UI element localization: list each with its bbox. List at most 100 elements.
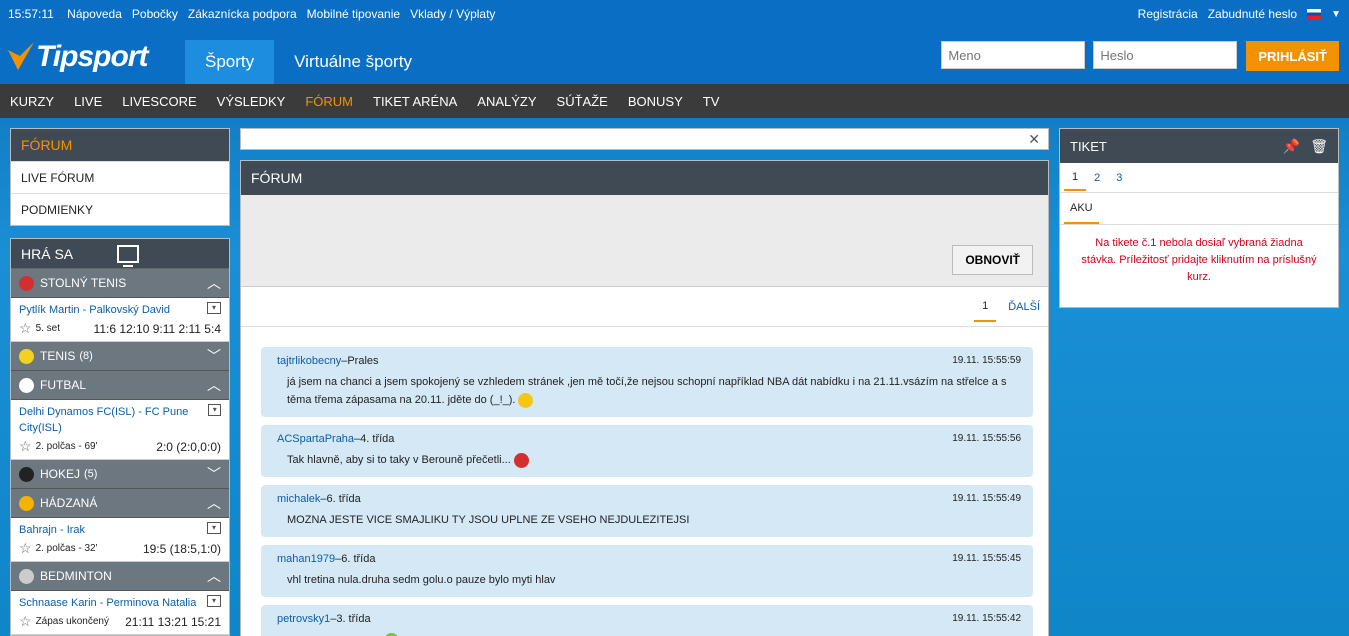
match-item[interactable]: Schnaase Karin - Perminova Natalia ▾ ☆ Zápa… bbox=[11, 591, 229, 635]
tab-virtual-sports[interactable]: Virtuálne športy bbox=[274, 40, 432, 84]
post-rank: –4. třída bbox=[354, 433, 395, 445]
menu-item-conditions[interactable]: PODMIENKY bbox=[11, 193, 229, 225]
ticket-tab-3[interactable]: 3 bbox=[1108, 166, 1130, 190]
sport-ball-icon bbox=[19, 568, 34, 584]
top-link[interactable]: Zákaznícka podpora bbox=[188, 7, 297, 21]
forum-menu-title[interactable]: FÓRUM bbox=[11, 129, 229, 161]
close-icon[interactable]: ✕ bbox=[1028, 131, 1040, 148]
post-time: 19.11. 15:55:59 bbox=[952, 355, 1021, 366]
post-time: 19.11. 15:55:49 bbox=[952, 493, 1021, 504]
sport-name: HÁDZANÁ bbox=[40, 496, 98, 510]
post-username[interactable]: michalek bbox=[277, 491, 320, 507]
post-rank: –6. třída bbox=[320, 493, 361, 505]
match-item[interactable]: Pytlík Martin - Palkovský David ▾ ☆ 5. set 1… bbox=[11, 298, 229, 342]
sport-header[interactable]: HÁDZANÁ ︿ bbox=[11, 489, 229, 518]
logo-text: Tipsport bbox=[36, 40, 148, 73]
ticket-subtab-aku[interactable]: AKU bbox=[1064, 194, 1099, 224]
star-icon[interactable]: ☆ bbox=[19, 613, 32, 630]
ticket-title: TIKET bbox=[1070, 138, 1107, 154]
match-score: 21:11 13:21 15:21 bbox=[125, 614, 221, 629]
page-current[interactable]: 1 bbox=[974, 292, 997, 322]
chevron-up-icon[interactable]: ︿ bbox=[207, 566, 221, 586]
tv-icon[interactable]: ▾ bbox=[208, 404, 221, 416]
password-input[interactable] bbox=[1093, 41, 1238, 69]
post-username[interactable]: tajtrlikobecny bbox=[277, 353, 341, 369]
top-link[interactable]: Nápoveda bbox=[67, 7, 122, 21]
ticket-tab-1[interactable]: 1 bbox=[1064, 165, 1087, 191]
chevron-up-icon[interactable]: ︿ bbox=[207, 273, 221, 293]
ticket-tab-2[interactable]: 2 bbox=[1086, 166, 1108, 190]
nav-item[interactable]: VÝSLEDKY bbox=[217, 94, 286, 109]
post-text: já jsem na chanci a jsem spokojený se vz… bbox=[287, 376, 1007, 406]
chevron-down-icon[interactable]: ﹀ bbox=[207, 464, 221, 484]
smiley-icon bbox=[513, 452, 529, 468]
forum-post: mahan1979 –6. třída 19.11. 15:55:45 vhl tre… bbox=[261, 545, 1033, 597]
nav-item[interactable]: FÓRUM bbox=[305, 94, 353, 109]
sport-header[interactable]: FUTBAL ︿ bbox=[11, 371, 229, 400]
match-names[interactable]: Pytlík Martin - Palkovský David bbox=[19, 302, 170, 318]
tab-sports[interactable]: Športy bbox=[185, 40, 275, 84]
post-username[interactable]: mahan1979 bbox=[277, 551, 335, 567]
sport-header[interactable]: HOKEJ (5) ﹀ bbox=[11, 460, 229, 489]
trash-icon[interactable]: 🗑 bbox=[1310, 138, 1328, 155]
nav-item[interactable]: SÚŤAŽE bbox=[557, 94, 608, 109]
top-link[interactable]: Vklady / Výplaty bbox=[410, 7, 495, 21]
post-rank: –Prales bbox=[341, 355, 379, 367]
chevron-up-icon[interactable]: ︿ bbox=[207, 375, 221, 395]
login-form: PRIHLÁSIŤ bbox=[933, 41, 1339, 71]
match-names[interactable]: Delhi Dynamos FC(ISL) - FC Pune City(ISL… bbox=[19, 404, 208, 436]
refresh-button[interactable]: OBNOVIŤ bbox=[952, 245, 1033, 275]
match-names[interactable]: Schnaase Karin - Perminova Natalia bbox=[19, 595, 196, 611]
sport-header[interactable]: BEDMINTON ︿ bbox=[11, 562, 229, 591]
post-time: 19.11. 15:55:42 bbox=[952, 613, 1021, 624]
chevron-down-icon[interactable]: ﹀ bbox=[207, 346, 221, 366]
star-icon[interactable]: ☆ bbox=[19, 540, 32, 557]
match-status: 2. polčas - 69' bbox=[35, 441, 98, 452]
tv-icon[interactable]: ▾ bbox=[207, 302, 221, 314]
tv-icon[interactable]: ▾ bbox=[207, 522, 221, 534]
chevron-up-icon[interactable]: ︿ bbox=[207, 493, 221, 513]
forgot-password-link[interactable]: Zabudnuté heslo bbox=[1208, 7, 1297, 21]
pagination: 1 ĎALŠÍ bbox=[241, 287, 1048, 327]
sport-header[interactable]: STOLNÝ TENIS ︿ bbox=[11, 269, 229, 298]
nav-item[interactable]: BONUSY bbox=[628, 94, 683, 109]
login-button[interactable]: PRIHLÁSIŤ bbox=[1246, 41, 1339, 71]
pin-icon[interactable]: 📌 bbox=[1283, 138, 1300, 155]
menu-item-live-forum[interactable]: LIVE FÓRUM bbox=[11, 161, 229, 193]
nav-item[interactable]: LIVE bbox=[74, 94, 102, 109]
nav-item[interactable]: LIVESCORE bbox=[122, 94, 196, 109]
nav-item[interactable]: ANALÝZY bbox=[477, 94, 536, 109]
tv-icon[interactable]: ▾ bbox=[207, 595, 221, 607]
page-next[interactable]: ĎALŠÍ bbox=[1008, 301, 1040, 313]
match-names[interactable]: Bahrajn - Irak bbox=[19, 522, 85, 538]
nav-item[interactable]: TV bbox=[703, 94, 720, 109]
tv-icon[interactable] bbox=[117, 244, 140, 267]
search-bar[interactable]: ✕ bbox=[240, 128, 1049, 150]
match-item[interactable]: Bahrajn - Irak ▾ ☆ 2. polčas - 32' 19:5 (18:… bbox=[11, 518, 229, 562]
logo[interactable]: Tipsport bbox=[8, 40, 148, 74]
sport-header[interactable]: TENIS (8) ﹀ bbox=[11, 342, 229, 371]
center-column: ✕ FÓRUM OBNOVIŤ 1 ĎALŠÍ tajtrlikobecny –P… bbox=[240, 128, 1049, 636]
top-link[interactable]: Pobočky bbox=[132, 7, 178, 21]
star-icon[interactable]: ☆ bbox=[19, 438, 32, 455]
forum-title: FÓRUM bbox=[241, 161, 1048, 195]
sport-name: HOKEJ bbox=[40, 467, 81, 481]
register-link[interactable]: Registrácia bbox=[1138, 7, 1198, 21]
post-username[interactable]: ACSpartaPraha bbox=[277, 431, 354, 447]
live-now-panel: HRÁ SA STOLNÝ TENIS ︿ Pytlík Martin - Palk… bbox=[10, 238, 230, 636]
nav-item[interactable]: TIKET ARÉNA bbox=[373, 94, 457, 109]
forum-menu: FÓRUM LIVE FÓRUM PODMIENKY bbox=[10, 128, 230, 226]
top-link[interactable]: Mobilné tipovanie bbox=[307, 7, 400, 21]
match-item[interactable]: Delhi Dynamos FC(ISL) - FC Pune City(ISL… bbox=[11, 400, 229, 460]
sport-name: BEDMINTON bbox=[40, 569, 112, 583]
language-flag-icon[interactable] bbox=[1307, 9, 1322, 19]
forum-post: tajtrlikobecny –Prales 19.11. 15:55:59 já j… bbox=[261, 347, 1033, 417]
chevron-down-icon[interactable]: ▼ bbox=[1331, 9, 1341, 20]
nav-item[interactable]: KURZY bbox=[10, 94, 54, 109]
post-username[interactable]: petrovsky1 bbox=[277, 611, 330, 627]
username-input[interactable] bbox=[941, 41, 1086, 69]
left-column: FÓRUM LIVE FÓRUM PODMIENKY HRÁ SA STOLNÝ… bbox=[10, 128, 230, 636]
star-icon[interactable]: ☆ bbox=[19, 320, 32, 337]
sport-ball-icon bbox=[19, 275, 34, 291]
clock: 15:57:11 bbox=[8, 7, 54, 21]
